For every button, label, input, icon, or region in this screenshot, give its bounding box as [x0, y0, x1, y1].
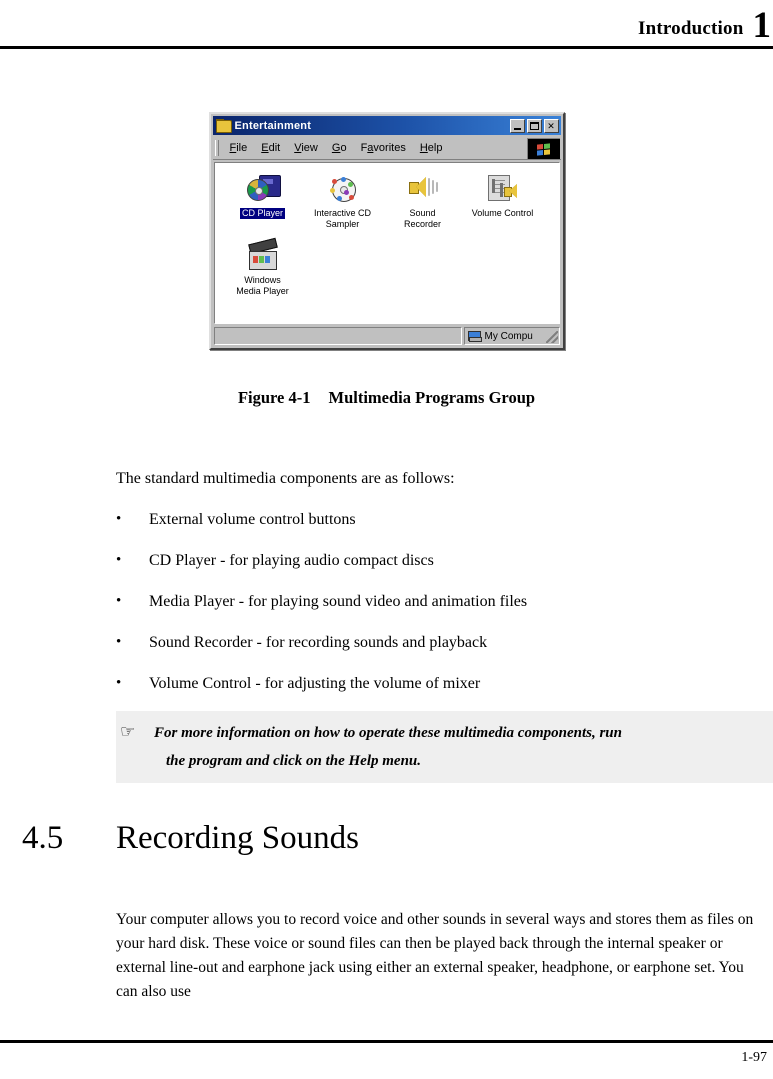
pointing-hand-icon: ☞: [120, 722, 136, 742]
cd-player-icon: [246, 173, 281, 205]
icon-label: Interactive CD: [313, 208, 372, 218]
statusbar-left-pane: [213, 327, 462, 345]
close-button[interactable]: ✕: [543, 118, 559, 133]
intro-line: The standard multimedia components are a…: [116, 470, 455, 487]
section-title: Recording Sounds: [116, 820, 359, 856]
resize-grip[interactable]: [545, 331, 558, 343]
window-titlebar[interactable]: Entertainment ✕: [212, 116, 561, 135]
my-computer-icon: [467, 330, 482, 342]
page-header: Introduction 1: [0, 0, 773, 48]
list-item-text: Volume Control - for adjusting the volum…: [149, 675, 481, 692]
icon-label-line2: Media Player: [236, 286, 289, 296]
figure-caption-title: Multimedia Programs Group: [328, 388, 536, 407]
icon-label-line2: Sampler: [325, 219, 360, 229]
menubar-grip[interactable]: [214, 140, 219, 156]
section-heading: 4.5 Recording Sounds: [22, 818, 722, 858]
closing-paragraph: Your computer allows you to record voice…: [116, 910, 754, 1000]
list-item-text: CD Player - for playing audio compact di…: [149, 552, 434, 569]
window-control-group: ✕: [509, 118, 559, 133]
list-item: • Volume Control - for adjusting the vol…: [116, 673, 661, 694]
bullet-marker: •: [116, 675, 122, 691]
window-menubar[interactable]: File Edit View Go Favorites Help: [212, 137, 561, 160]
icon-interactive-cd-sampler[interactable]: Interactive CD Sampler: [303, 173, 383, 230]
sound-recorder-icon: [406, 173, 440, 205]
header-rule: [0, 46, 773, 49]
page-number: 1-97: [741, 1050, 767, 1065]
figure-image: Entertainment ✕ File Edit View Go Favori…: [0, 112, 773, 350]
icon-row-2: Windows Media Player: [223, 237, 555, 307]
figure-caption-label: Figure 4-1: [237, 388, 311, 407]
bullet-marker: •: [116, 552, 122, 568]
maximize-button[interactable]: [526, 118, 542, 133]
icon-cd-player[interactable]: CD Player: [223, 173, 303, 230]
icon-volume-control[interactable]: Volume Control: [463, 173, 543, 230]
icon-label-line2: Recorder: [403, 219, 441, 229]
icon-label: CD Player: [239, 208, 285, 219]
body-content: The standard multimedia components are a…: [116, 452, 661, 714]
menu-item-go[interactable]: Go: [325, 141, 354, 155]
bullet-marker: •: [116, 511, 122, 527]
icon-label: Sound: [409, 208, 436, 218]
menu-item-view[interactable]: View: [287, 141, 325, 155]
bullet-marker: •: [116, 634, 122, 650]
list-item: • Sound Recorder - for recording sounds …: [116, 632, 661, 653]
list-item-text: External volume control buttons: [149, 511, 356, 528]
list-item: • Media Player - for playing sound video…: [116, 591, 661, 612]
window-statusbar: My Compu: [213, 327, 560, 345]
menu-item-edit[interactable]: Edit: [254, 141, 287, 155]
note-text-line2: the program and click on the Help menu.: [166, 753, 422, 769]
list-item: • External volume control buttons: [116, 509, 661, 530]
icon-label: Windows: [244, 275, 281, 285]
section-number: 4.5: [22, 820, 64, 856]
icon-label: Volume Control: [471, 208, 534, 218]
note-callout: ☞ For more information on how to operate…: [116, 711, 773, 783]
bullet-marker: •: [116, 593, 122, 609]
header-chapter-number: 1: [752, 5, 772, 46]
minimize-button[interactable]: [509, 118, 525, 133]
note-text: For more information on how to operate t…: [154, 719, 763, 775]
volume-control-icon: [486, 173, 520, 205]
header-inner: Introduction 1: [637, 5, 772, 46]
icon-windows-media-player[interactable]: Windows Media Player: [223, 237, 303, 297]
folder-icon: [215, 119, 232, 133]
header-title: Introduction: [637, 18, 744, 39]
menu-item-file[interactable]: File: [223, 141, 255, 155]
list-item: • CD Player - for playing audio compact …: [116, 550, 661, 571]
interactive-cd-sampler-icon: [326, 173, 360, 205]
note-text-line1: For more information on how to operate t…: [154, 725, 622, 741]
menu-item-favorites[interactable]: Favorites: [354, 141, 413, 155]
window-title: Entertainment: [234, 119, 312, 132]
figure-caption: Figure 4-1 Multimedia Programs Group: [0, 388, 773, 408]
statusbar-zone-text: My Compu: [484, 330, 533, 342]
list-item-text: Sound Recorder - for recording sounds an…: [149, 634, 488, 651]
menu-item-help[interactable]: Help: [413, 141, 450, 155]
entertainment-window[interactable]: Entertainment ✕ File Edit View Go Favori…: [208, 112, 565, 350]
windows-logo-icon: [526, 138, 560, 159]
footer-rule: [0, 1040, 773, 1043]
window-client-area[interactable]: CD Player Interactive CD Sampler Sound R…: [213, 162, 560, 324]
icon-sound-recorder[interactable]: Sound Recorder: [383, 173, 463, 230]
icon-row-1: CD Player Interactive CD Sampler Sound R…: [223, 173, 555, 240]
windows-media-player-icon: [246, 237, 280, 272]
list-item-text: Media Player - for playing sound video a…: [149, 593, 528, 610]
